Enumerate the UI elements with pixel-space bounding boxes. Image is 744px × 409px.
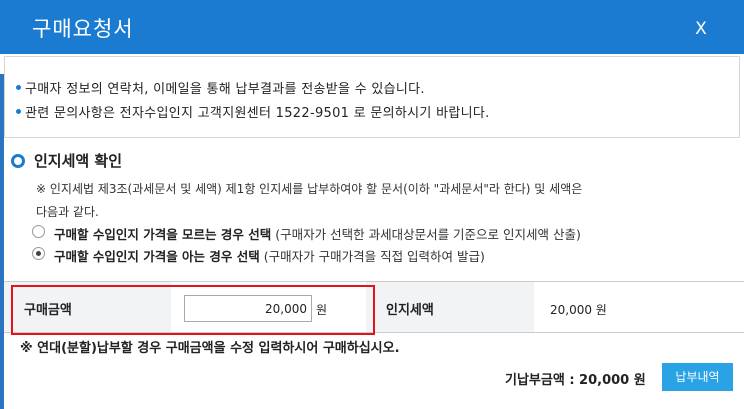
option-unknown-sub: (구매자가 선택한 과세대상문서를 기준으로 인지세액 산출) (271, 227, 581, 242)
bullet-icon (16, 109, 21, 114)
option-known-sub: (구매자가 구매가격을 직접 입력하여 발급) (259, 249, 485, 264)
notice-line-2: 관련 문의사항은 전자수입인지 고객지원센터 1522-9501 로 문의하시기… (25, 106, 490, 121)
notice-line-1: 구매자 정보의 연락처, 이메일을 통해 납부결과를 전송받을 수 있습니다. (25, 82, 425, 97)
section-desc-line-2: 다음과 같다. (36, 205, 99, 219)
notice-box: 구매자 정보의 연락처, 이메일을 통해 납부결과를 전송받을 수 있습니다. … (4, 56, 740, 138)
stamp-label-cell: 인지세액 (366, 282, 534, 332)
radio-known-price[interactable] (32, 247, 45, 260)
bullet-icon (16, 85, 21, 90)
dialog-titlebar: 구매요청서 X (0, 0, 744, 54)
stamp-tax-label: 인지세액 (386, 303, 434, 318)
installment-footnote: ※ 연대(분할)납부할 경우 구매금액을 수정 입력하시어 구매하십시오. (20, 341, 400, 356)
section-title: 인지세액 확인 (34, 152, 123, 170)
highlight-box (11, 285, 375, 335)
option-known-label: 구매할 수입인지 가격을 아는 경우 선택 (54, 249, 260, 264)
section-circle-icon (11, 154, 25, 168)
dialog-title: 구매요청서 (32, 17, 134, 41)
radio-unknown-price[interactable] (32, 225, 45, 238)
paid-amount-label: 기납부금액 : 20,000 원 (505, 373, 646, 388)
stamp-tax-value: 20,000 원 (550, 303, 607, 317)
close-icon[interactable]: X (690, 18, 712, 40)
section-desc-line-1: ※ 인지세법 제3조(과세문서 및 세액) 제1항 인지세를 납부하여야 할 문… (36, 182, 583, 196)
payment-history-button[interactable]: 납부내역 (662, 363, 733, 391)
option-unknown-label: 구매할 수입인지 가격을 모르는 경우 선택 (54, 227, 272, 242)
